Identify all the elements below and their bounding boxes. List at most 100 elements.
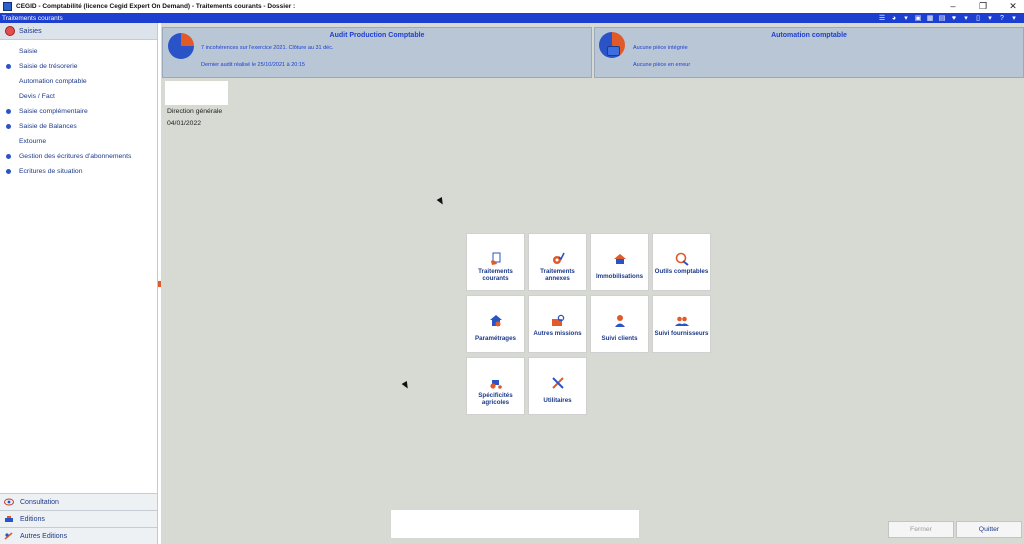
automation-integrated-text: Aucune pièce intégrée (633, 45, 688, 51)
mouse-cursor-icon (401, 380, 411, 391)
tile-label: Traitements annexes (540, 268, 575, 282)
expand-bullet-icon (6, 154, 11, 159)
audit-incoherences-text[interactable]: 7 incohérences sur l'exercice 2021. Clôt… (201, 45, 334, 51)
expand-bullet-icon (6, 169, 11, 174)
tile-traitements-annexes[interactable]: Traitements annexes (528, 233, 587, 291)
heart-icon[interactable]: ♥ (950, 15, 958, 22)
window-title: CEGID - Comptabilité (licence Cegid Expe… (16, 3, 296, 10)
sidebar-section-autres-editions[interactable]: Autres Editions (0, 527, 157, 544)
sidebar-item-label: Saisie complémentaire (19, 108, 88, 115)
sidebar-section-label: Consultation (20, 498, 59, 506)
window-title-bar: CEGID - Comptabilité (licence Cegid Expe… (0, 0, 1024, 13)
list-icon[interactable]: ☰ (878, 15, 886, 22)
restore-button[interactable]: ❐ (978, 0, 988, 13)
sidebar-item-label: Extourne (19, 138, 47, 145)
grid-icon[interactable]: ▦ (926, 15, 934, 22)
tile-autres-missions[interactable]: Autres missions (528, 295, 587, 353)
sidebar-item-saisie-balances[interactable]: Saisie de Balances (0, 119, 157, 134)
tile-label: Suivi fournisseurs (654, 330, 709, 337)
sidebar-item-label: Ecritures de situation (19, 168, 83, 175)
settings-house-icon (490, 315, 502, 327)
status-area (391, 510, 639, 538)
tools-icon (4, 532, 13, 540)
tile-parametrages[interactable]: Paramétrages (466, 295, 525, 353)
dropdown-icon[interactable]: ▾ (986, 15, 994, 22)
tile-label: Suivi clients (601, 335, 638, 342)
sidebar-item-label: Gestion des écritures d'abonnements (19, 153, 132, 160)
sidebar-header-saisies[interactable]: Saisies (0, 23, 157, 40)
dropdown-icon[interactable]: ▾ (1010, 15, 1018, 22)
sidebar-section-consultation[interactable]: Consultation (0, 493, 157, 510)
sidebar-item-saisie-complementaire[interactable]: Saisie complémentaire (0, 104, 157, 119)
sidebar-footer: Consultation Editions Autres Editions (0, 493, 157, 544)
sidebar-item-label: Saisie (19, 48, 38, 55)
sidebar-item-ecritures-situation[interactable]: Ecritures de situation (0, 164, 157, 179)
automation-panel[interactable]: Automation comptable Aucune pièce intégr… (594, 27, 1024, 78)
window-controls: – ❐ ✕ (948, 0, 1018, 13)
sidebar-item-extourne[interactable]: Extourne (0, 134, 157, 149)
audit-panel-title: Audit Production Comptable (329, 32, 425, 39)
tile-label: Immobilisations (595, 273, 644, 280)
dropdown-icon[interactable]: ▾ (962, 15, 970, 22)
tile-specificites-agricoles[interactable]: Spécificités agricoles (466, 357, 525, 415)
expand-bullet-icon (6, 124, 11, 129)
close-button[interactable]: ✕ (1008, 0, 1018, 13)
table-icon[interactable]: ▤ (938, 15, 946, 22)
card-icon (607, 46, 620, 56)
sidebar-item-devis-fact[interactable]: Devis / Fact (0, 89, 157, 104)
sidebar-header-label: Saisies (19, 27, 42, 35)
tile-label: Traitements courants (478, 268, 513, 282)
mouse-cursor-icon (436, 196, 446, 207)
tile-traitements-courants[interactable]: Traitements courants (466, 233, 525, 291)
automation-panel-title: Automation comptable (771, 32, 847, 39)
document-hand-icon (491, 252, 501, 265)
tile-suivi-clients[interactable]: Suivi clients (590, 295, 649, 353)
tile-label: Utilitaires (543, 397, 572, 404)
module-tiles: Traitements courants Traitements annexes… (466, 233, 714, 418)
calendar-icon[interactable]: ▣ (914, 15, 922, 22)
logo-placeholder (165, 81, 228, 105)
sidebar-section-editions[interactable]: Editions (0, 510, 157, 527)
tile-suivi-fournisseurs[interactable]: Suivi fournisseurs (652, 295, 711, 353)
sidebar-item-saisie-tresorerie[interactable]: Saisie de trésorerie (0, 59, 157, 74)
module-bar: Traitements courants ☰ ◕ ▾ ▣ ▦ ▤ ♥ ▾ ▯ ▾… (0, 13, 1024, 23)
tile-label: Outils comptables (654, 268, 709, 275)
euro-wrench-icon (675, 252, 689, 266)
sidebar-item-label: Automation comptable (19, 78, 87, 85)
workspace: Audit Production Comptable 7 incohérence… (161, 23, 1024, 544)
quitter-button[interactable]: Quitter (956, 521, 1022, 538)
sidebar-item-automation-comptable[interactable]: Automation comptable (0, 74, 157, 89)
tile-label: Spécificités agricoles (478, 392, 513, 406)
minimize-button[interactable]: – (948, 0, 958, 13)
direction-title: Direction générale (167, 108, 223, 115)
palette-icon[interactable]: ◕ (890, 15, 898, 22)
automation-error-text: Aucune pièce en erreur (633, 62, 691, 68)
expand-bullet-icon (6, 64, 11, 69)
fermer-button[interactable]: Fermer (888, 521, 954, 538)
sidebar-item-label: Devis / Fact (19, 93, 55, 100)
dropdown-icon[interactable]: ▾ (902, 15, 910, 22)
sidebar-item-saisie[interactable]: Saisie (0, 44, 157, 59)
house-icon (614, 254, 626, 264)
tile-immobilisations[interactable]: Immobilisations (590, 233, 649, 291)
printer-icon (5, 516, 13, 522)
saisies-icon (5, 26, 15, 36)
sidebar-item-gestion-abonnements[interactable]: Gestion des écritures d'abonnements (0, 149, 157, 164)
module-title: Traitements courants (2, 14, 63, 22)
toolbar-icons: ☰ ◕ ▾ ▣ ▦ ▤ ♥ ▾ ▯ ▾ ? ▾ (878, 13, 1018, 23)
person-icon (615, 315, 625, 327)
tractor-icon (490, 380, 502, 389)
tools-icon (552, 377, 564, 389)
help-icon[interactable]: ? (998, 15, 1006, 22)
tile-label: Autres missions (533, 330, 582, 337)
audit-last-date-text: Dernier audit réalisé le 25/10/2021 à 20… (201, 62, 305, 68)
tile-outils-comptables[interactable]: Outils comptables (652, 233, 711, 291)
sidebar-section-label: Autres Editions (20, 532, 68, 540)
briefcase-search-icon (552, 314, 565, 326)
direction-date: 04/01/2022 (167, 120, 202, 127)
tile-utilitaires[interactable]: Utilitaires (528, 357, 587, 415)
dashboard-panels: Audit Production Comptable 7 incohérence… (161, 27, 1024, 78)
audit-panel[interactable]: Audit Production Comptable 7 incohérence… (162, 27, 592, 78)
document-icon[interactable]: ▯ (974, 15, 982, 22)
gear-check-icon (553, 252, 565, 264)
